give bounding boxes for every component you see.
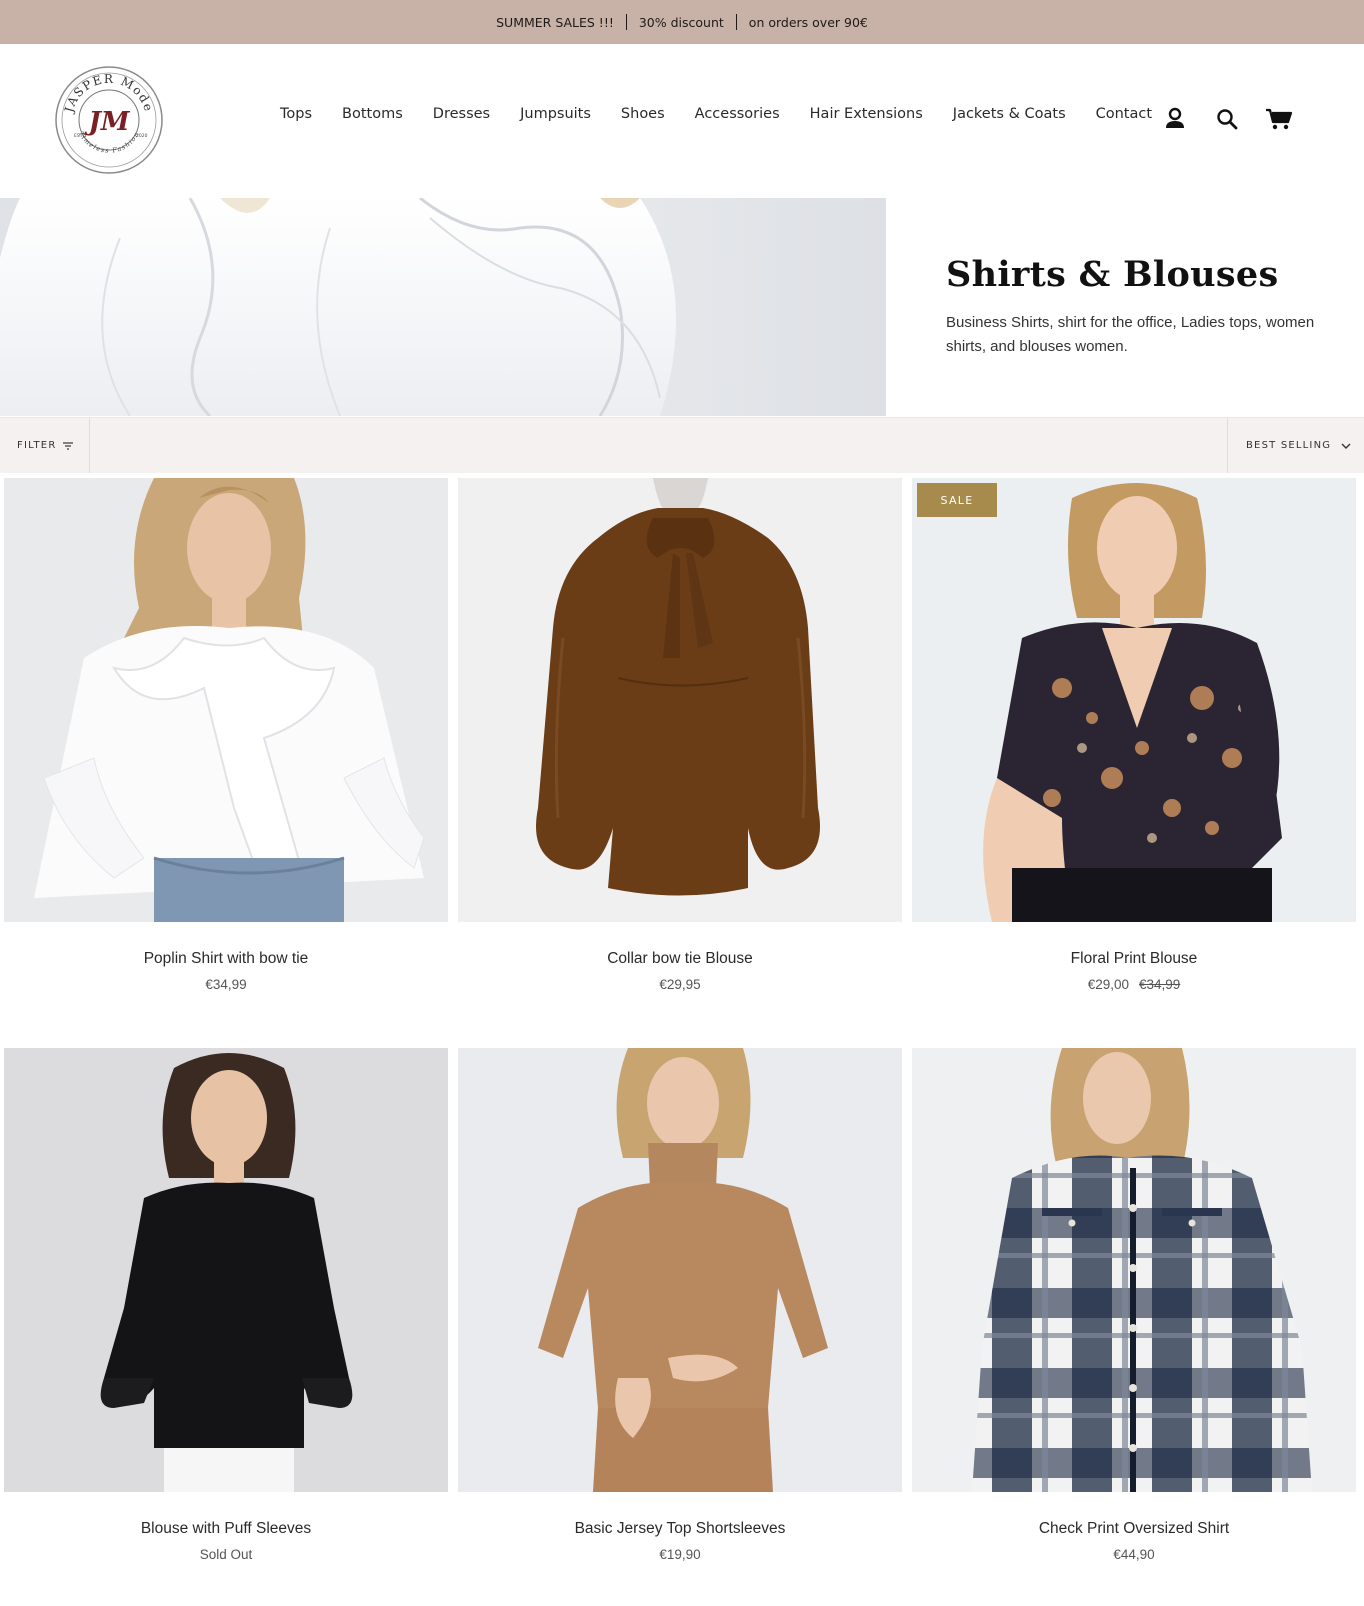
- product-title[interactable]: Check Print Oversized Shirt: [912, 1520, 1356, 1538]
- current-price: €19,90: [659, 1547, 701, 1562]
- nav-item-hair-extensions[interactable]: Hair Extensions: [795, 106, 938, 122]
- collection-toolbar: FILTER BEST SELLING: [0, 417, 1364, 473]
- product-image[interactable]: [458, 478, 902, 922]
- collection-hero: Shirts & Blouses Business Shirts, shirt …: [0, 198, 1364, 417]
- collection-title: Shirts & Blouses: [946, 254, 1279, 295]
- announcement-text: 30% discount: [638, 14, 724, 30]
- header-icons: [1160, 104, 1294, 134]
- product-title[interactable]: Floral Print Blouse: [912, 950, 1356, 968]
- product-title[interactable]: Poplin Shirt with bow tie: [4, 950, 448, 968]
- account-icon[interactable]: [1160, 104, 1190, 134]
- sold-out-label: Sold Out: [199, 1547, 253, 1562]
- product-title[interactable]: Blouse with Puff Sleeves: [4, 1520, 448, 1538]
- product-title[interactable]: Collar bow tie Blouse: [458, 950, 902, 968]
- current-price: €44,90: [1113, 1547, 1155, 1562]
- nav-item-dresses[interactable]: Dresses: [418, 106, 505, 122]
- product-card[interactable]: Check Print Oversized Shirt €44,90: [912, 1048, 1356, 1562]
- logo-left-text: ESTD: [74, 133, 86, 139]
- filter-button[interactable]: FILTER: [0, 418, 90, 473]
- nav-item-bottoms[interactable]: Bottoms: [327, 106, 418, 122]
- search-icon[interactable]: [1212, 104, 1242, 134]
- announcement-bar: SUMMER SALES !!! 30% discount on orders …: [0, 0, 1364, 44]
- product-image[interactable]: [458, 1048, 902, 1492]
- product-card[interactable]: Blouse with Puff Sleeves Sold Out: [4, 1048, 448, 1562]
- current-price: €29,95: [659, 977, 701, 992]
- product-price: Sold Out: [4, 1547, 448, 1562]
- product-card[interactable]: Poplin Shirt with bow tie €34,99: [4, 478, 448, 992]
- product-price: €29,00 €34,99: [912, 977, 1356, 992]
- site-logo[interactable]: JASPER Mode Timeless Fashion JM ESTD 202…: [54, 65, 164, 175]
- announcement-text: on orders over 90€: [748, 14, 868, 30]
- product-price: €44,90: [912, 1547, 1356, 1562]
- nav-item-jackets-coats[interactable]: Jackets & Coats: [938, 106, 1081, 122]
- nav-item-accessories[interactable]: Accessories: [680, 106, 795, 122]
- chevron-down-icon: [1341, 443, 1351, 449]
- product-price: €29,95: [458, 977, 902, 992]
- main-nav: Tops Bottoms Dresses Jumpsuits Shoes Acc…: [265, 106, 1167, 122]
- filter-label: FILTER: [17, 440, 57, 451]
- logo-monogram: JM: [83, 107, 130, 137]
- compare-at-price: €34,99: [1139, 977, 1181, 992]
- current-price: €29,00: [1087, 977, 1129, 992]
- sale-badge: SALE: [917, 483, 997, 517]
- nav-item-contact[interactable]: Contact: [1081, 106, 1167, 122]
- product-card[interactable]: SALE Floral Print Blouse €29,00 €34,99: [912, 478, 1356, 992]
- product-image[interactable]: SALE: [912, 478, 1356, 922]
- product-card[interactable]: Basic Jersey Top Shortsleeves €19,90: [458, 1048, 902, 1562]
- hero-text-block: Shirts & Blouses Business Shirts, shirt …: [946, 254, 1326, 359]
- nav-item-tops[interactable]: Tops: [265, 106, 327, 122]
- collection-description: Business Shirts, shirt for the office, L…: [946, 314, 1315, 355]
- product-title[interactable]: Basic Jersey Top Shortsleeves: [458, 1520, 902, 1538]
- product-image[interactable]: [4, 1048, 448, 1492]
- cart-icon[interactable]: [1264, 104, 1294, 134]
- product-image[interactable]: [912, 1048, 1356, 1492]
- product-price: €34,99: [4, 977, 448, 992]
- logo-right-text: 2020: [136, 133, 148, 139]
- nav-item-shoes[interactable]: Shoes: [606, 106, 680, 122]
- nav-item-jumpsuits[interactable]: Jumpsuits: [505, 106, 606, 122]
- announcement-text: SUMMER SALES !!!: [496, 14, 614, 30]
- sort-dropdown[interactable]: BEST SELLING: [1227, 418, 1364, 473]
- product-card[interactable]: Collar bow tie Blouse €29,95: [458, 478, 902, 992]
- current-price: €34,99: [205, 977, 247, 992]
- site-header: JASPER Mode Timeless Fashion JM ESTD 202…: [0, 44, 1364, 198]
- product-image[interactable]: [4, 478, 448, 922]
- sort-label: BEST SELLING: [1246, 440, 1332, 451]
- filter-icon: [63, 441, 74, 450]
- hero-image: [0, 198, 886, 416]
- product-price: €19,90: [458, 1547, 902, 1562]
